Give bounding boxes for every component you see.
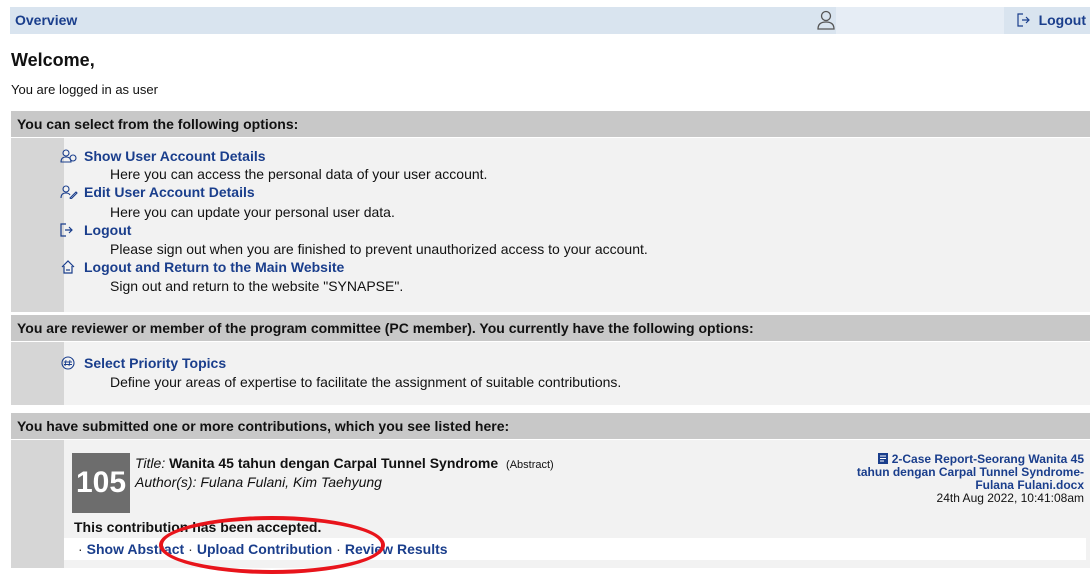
edit-user-account-details-link[interactable]: Edit User Account Details bbox=[60, 184, 255, 200]
option-label: Show User Account Details bbox=[84, 148, 266, 164]
option-description: Here you can access the personal data of… bbox=[110, 166, 488, 182]
section-contributions-heading: You have submitted one or more contribut… bbox=[11, 413, 1090, 440]
contribution-title-line: Title: Wanita 45 tahun dengan Carpal Tun… bbox=[135, 455, 554, 471]
section-gutter bbox=[11, 138, 64, 312]
highlight-circle-annotation bbox=[159, 516, 385, 574]
option-label: Select Priority Topics bbox=[84, 355, 227, 371]
logout-icon bbox=[60, 223, 78, 237]
welcome-heading: Welcome, bbox=[11, 50, 95, 70]
show-user-account-details-link[interactable]: Show User Account Details bbox=[60, 148, 266, 164]
contribution-card: 105 Title: Wanita 45 tahun dengan Carpal… bbox=[64, 449, 1086, 515]
logout-top-label: Logout bbox=[1038, 12, 1086, 28]
file-name-line: tahun dengan Carpal Tunnel Syndrome- bbox=[856, 465, 1084, 479]
user-edit-icon bbox=[60, 185, 78, 200]
contribution-authors: Fulana Fulani, Kim Taehyung bbox=[200, 474, 382, 490]
option-description: Here you can update your personal user d… bbox=[110, 204, 395, 220]
logout-top-button[interactable]: Logout bbox=[1016, 12, 1086, 28]
option-description: Define your areas of expertise to facili… bbox=[110, 374, 622, 390]
select-priority-topics-link[interactable]: Select Priority Topics bbox=[60, 355, 226, 371]
section-pc-member-heading: You are reviewer or member of the progra… bbox=[11, 315, 1090, 342]
contribution-type: (Abstract) bbox=[506, 459, 554, 471]
contribution-file: 2-Case Report-Seorang Wanita 45 tahun de… bbox=[844, 453, 1084, 505]
contribution-file-link[interactable]: 2-Case Report-Seorang Wanita 45 tahun de… bbox=[857, 452, 1084, 492]
logout-icon bbox=[1016, 13, 1033, 27]
logout-return-main-website-link[interactable]: Logout and Return to the Main Website bbox=[60, 259, 344, 275]
option-label: Edit User Account Details bbox=[84, 184, 255, 200]
overview-link[interactable]: Overview bbox=[15, 12, 77, 28]
user-menu-area[interactable] bbox=[836, 7, 1004, 34]
logout-option-link[interactable]: Logout bbox=[60, 222, 131, 238]
section-options-heading: You can select from the following option… bbox=[11, 111, 1090, 138]
file-name-line: 2-Case Report-Seorang Wanita 45 bbox=[891, 452, 1084, 466]
top-nav-bar: Overview Logout bbox=[10, 7, 1090, 34]
separator: · bbox=[78, 541, 83, 557]
option-label: Logout bbox=[84, 222, 132, 238]
section-gutter bbox=[11, 440, 64, 568]
option-label: Logout and Return to the Main Website bbox=[84, 259, 345, 275]
option-description: Sign out and return to the website "SYNA… bbox=[110, 278, 404, 294]
section-gutter bbox=[11, 342, 64, 405]
contribution-authors-line: Author(s): Fulana Fulani, Kim Taehyung bbox=[135, 474, 382, 490]
contribution-title: Wanita 45 tahun dengan Carpal Tunnel Syn… bbox=[169, 455, 499, 471]
authors-label: Author(s): bbox=[135, 474, 197, 490]
file-upload-date: 24th Aug 2022, 10:41:08am bbox=[936, 491, 1084, 505]
home-exit-icon bbox=[60, 260, 78, 274]
contribution-number: 105 bbox=[72, 453, 130, 513]
user-icon[interactable] bbox=[816, 9, 836, 31]
file-name-line: Fulana Fulani.docx bbox=[975, 478, 1084, 492]
topics-icon bbox=[60, 356, 78, 370]
option-description: Please sign out when you are finished to… bbox=[110, 241, 648, 257]
logged-in-text: You are logged in as user bbox=[11, 82, 158, 97]
title-label: Title: bbox=[135, 455, 166, 471]
users-icon bbox=[60, 149, 78, 163]
document-icon bbox=[877, 453, 888, 464]
